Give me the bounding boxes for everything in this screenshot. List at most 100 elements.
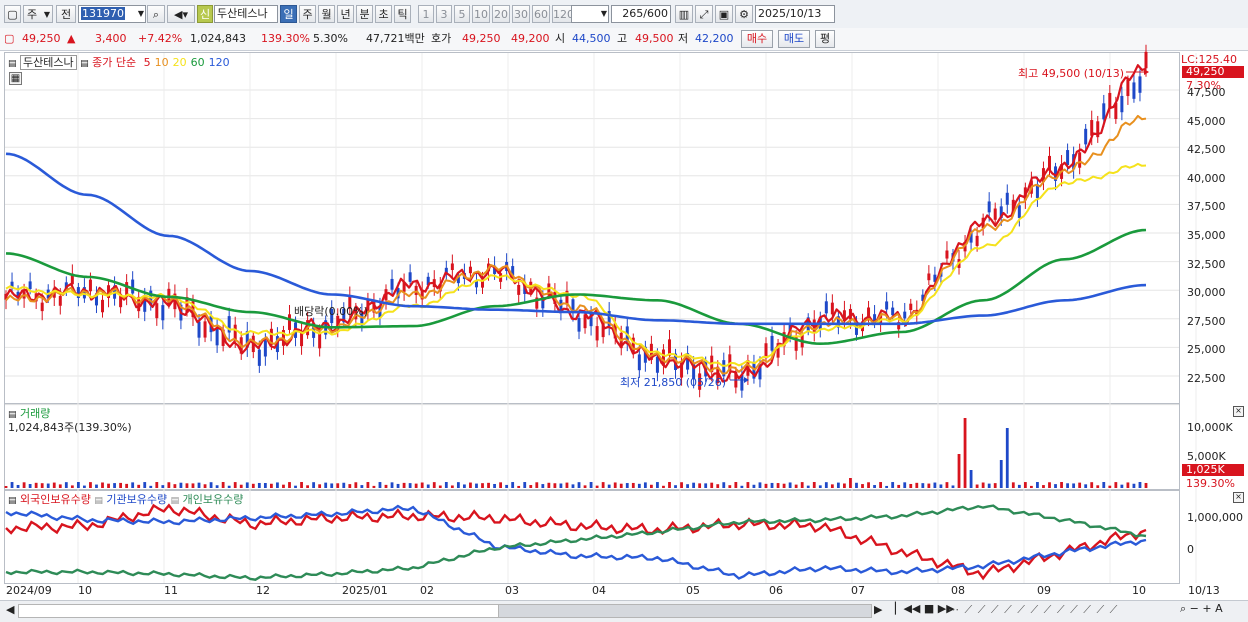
volume-bar [89,482,92,488]
candle-body [468,266,472,274]
volume-bar [643,482,647,488]
volume-bar [987,483,991,488]
volume-bar [402,482,406,488]
volume-bar [613,482,617,488]
volume-bar [493,483,496,488]
volume-bar [1084,484,1088,488]
scrollbar-thumb[interactable] [498,604,872,618]
volume-bar [716,484,720,488]
candle-body [1005,192,1009,205]
volume-bar [185,483,189,488]
zoom-icons[interactable]: ⌕ − + A [1180,602,1223,616]
volume-bar [921,483,925,488]
volume-bar [330,483,334,488]
ma-line-10 [5,114,1147,375]
candle-body [1126,79,1130,97]
volume-bar [1011,482,1015,488]
volume-bar [836,482,840,488]
volume-bar [722,482,726,488]
price-ytick: 35,000 [1187,229,1226,242]
volume-bar [595,485,599,488]
volume-bar [137,484,141,488]
volume-bar [276,482,279,488]
volume-bar [131,482,135,488]
x-axis-label: 03 [505,584,519,597]
volume-bar [95,484,98,488]
volume-bar [191,483,195,488]
volume-bar [1078,482,1082,488]
volume-bar [945,482,949,488]
price-panel-header: ▤ 두산테스나 ▤ 종가 단순 5 10 20 60 120 [8,54,230,70]
volume-bar [668,482,671,488]
close-icon[interactable]: × [1233,406,1244,417]
volume-bar [656,482,659,488]
legend-institution: 기관보유수량 [106,493,168,506]
individual-holding-line [5,504,1147,581]
volume-bar [143,482,147,488]
volume-bar [1090,482,1094,488]
chart-canvas [4,44,1197,583]
volume-bar [1042,485,1045,488]
volume-bar [927,483,931,488]
candle-body [203,321,207,338]
volume-bar [396,483,400,488]
volume-bar [46,483,50,488]
volume-bar [649,484,653,488]
holding-panel-header: ▤ 외국인보유수량 ▤ 기관보유수량 ▤ 개인보유수량 [8,491,243,507]
volume-bar [354,482,358,488]
volume-bar [631,482,635,488]
volume-bar [776,483,780,488]
volume-bar [263,483,267,488]
volume-bar [107,483,110,488]
candle-body [891,307,895,316]
legend-foreign: 외국인보유수량 [20,493,91,506]
volume-bar [324,482,328,488]
dividend-note: 배당락(0.00%) [294,305,368,318]
volume-bar [1114,482,1118,488]
volume-bar [800,482,804,488]
stock-name-label: 두산테스나 [20,55,77,70]
candle-body [1144,51,1148,69]
volume-bar [40,483,44,488]
candle-body [903,311,907,319]
volume-bar [553,483,557,488]
candle-body [830,302,834,315]
playback-icons[interactable]: ▏◀◀ ■ ▶▶ [895,602,955,615]
volume-bar [1054,484,1057,488]
volume-bar [1144,482,1148,488]
x-axis-label: 10/13 [1188,584,1220,597]
volume-bar [933,482,937,488]
volume-bar [1048,482,1051,488]
volume-bar [378,482,382,488]
scroll-left-icon[interactable]: ◀ [6,603,14,616]
volume-bar [728,485,732,488]
drawing-tools-icons[interactable]: ⋯ ⟋ ⟋ ⟋ ⟋ ⟋ ⟋ ⟋ ⟋ ⟋ ⟋ ⟋ ⟋ [948,603,1118,617]
volume-bar [770,482,774,488]
volume-bar [372,485,376,488]
volume-bar [583,485,587,488]
volume-bar [294,485,297,488]
volume-bar [891,482,895,488]
candle-body [595,326,599,341]
volume-bar [209,482,213,488]
scrollbar-track[interactable] [18,604,500,618]
price-ytick: 22,500 [1187,372,1226,385]
volume-bar [1029,485,1033,488]
volume-bar [197,482,201,488]
calculator-icon[interactable]: ▦ [9,72,22,85]
volume-bar [16,484,20,488]
volume-bar [704,483,708,488]
volume-bar [571,484,575,488]
x-axis-label: 10 [78,584,92,597]
volume-bar [83,485,86,488]
volume-bar [269,483,273,488]
list-icon: ▤ [80,59,89,69]
scroll-right-icon[interactable]: ▶ [874,603,882,616]
volume-bar [523,482,527,488]
low-note: 최저 21,850 (05/26) [620,376,727,389]
candle-body [197,321,201,338]
volume-bar [818,485,822,488]
price-ytick: 27,500 [1187,314,1226,328]
ma-legend-1: 10 [154,56,169,69]
close-icon[interactable]: × [1233,492,1244,503]
